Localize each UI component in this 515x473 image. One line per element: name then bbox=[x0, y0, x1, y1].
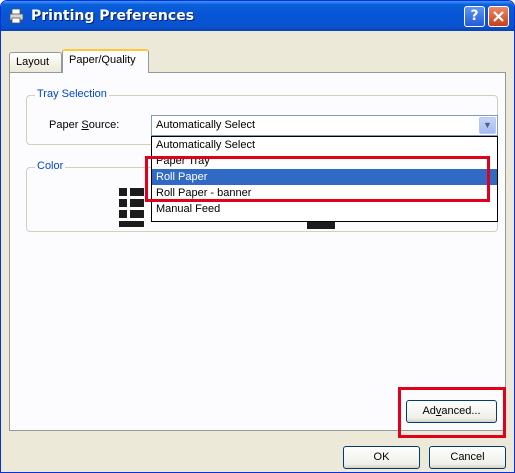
cancel-button[interactable]: Cancel bbox=[429, 446, 506, 469]
paper-source-label: Paper Source: bbox=[49, 119, 120, 131]
dropdown-option-selected[interactable]: Roll Paper bbox=[152, 169, 497, 185]
tab-layout[interactable]: Layout bbox=[9, 52, 62, 72]
help-button[interactable]: ? bbox=[464, 6, 485, 27]
dropdown-option[interactable]: Automatically Select bbox=[152, 137, 497, 153]
dropdown-option[interactable]: Roll Paper - banner bbox=[152, 185, 497, 201]
dropdown-option[interactable]: Manual Feed bbox=[152, 201, 497, 217]
close-button[interactable] bbox=[488, 6, 509, 27]
printer-icon bbox=[9, 8, 24, 24]
grayscale-icon bbox=[119, 186, 145, 228]
ok-button[interactable]: OK bbox=[343, 446, 420, 469]
window-title: Printing Preferences bbox=[31, 8, 195, 24]
chevron-down-icon[interactable]: ▼ bbox=[479, 117, 496, 134]
tab-paper-quality[interactable]: Paper/Quality bbox=[62, 49, 149, 73]
tray-selection-legend: Tray Selection bbox=[35, 88, 109, 100]
paper-source-dropdown-list: Automatically Select Paper Tray Roll Pap… bbox=[151, 136, 498, 222]
dropdown-option[interactable]: Paper Tray bbox=[152, 153, 497, 169]
color-legend: Color bbox=[35, 160, 66, 172]
paper-source-value: Automatically Select bbox=[156, 119, 256, 131]
close-icon bbox=[493, 11, 504, 22]
printing-preferences-dialog: Printing Preferences ? Layout Paper/Qual… bbox=[0, 0, 515, 473]
paper-source-select[interactable]: Automatically Select ▼ bbox=[151, 115, 498, 136]
advanced-button[interactable]: Advanced... bbox=[406, 400, 497, 423]
title-bar[interactable]: Printing Preferences ? bbox=[1, 1, 514, 31]
